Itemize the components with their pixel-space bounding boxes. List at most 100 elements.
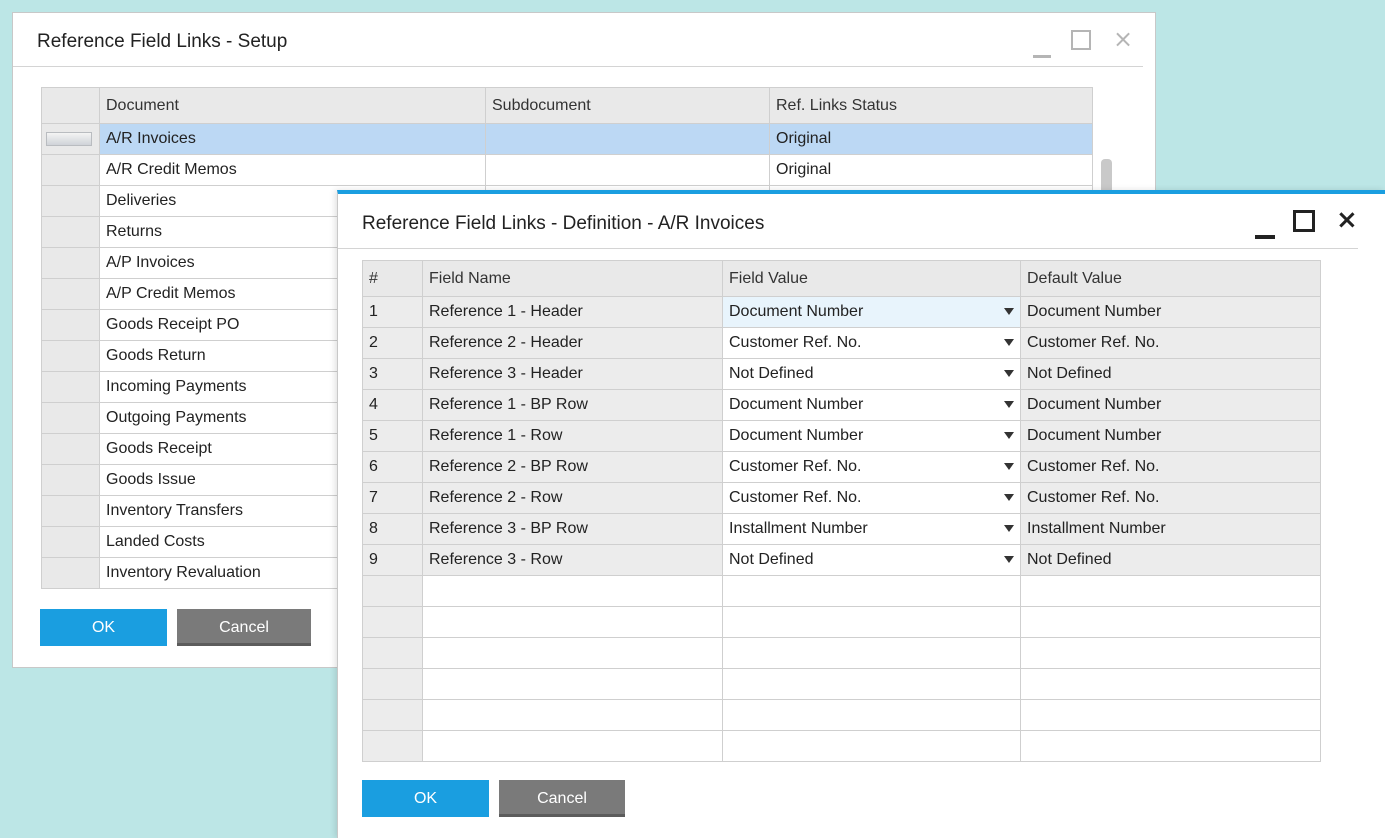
maximize-icon[interactable]: [1293, 210, 1315, 232]
field-value-dropdown[interactable]: Not Defined: [722, 358, 1021, 390]
dropdown-arrow-icon[interactable]: [1004, 401, 1014, 408]
row-selector[interactable]: [41, 433, 100, 465]
table-row[interactable]: 8 Reference 3 - BP Row Installment Number I…: [362, 513, 1321, 545]
definition-ok-button[interactable]: OK: [362, 780, 489, 817]
field-value-text: Document Number: [729, 427, 864, 444]
close-icon[interactable]: ×: [1113, 27, 1133, 51]
row-selected-marker: [46, 132, 92, 146]
row-selector[interactable]: [41, 340, 100, 372]
document-cell[interactable]: A/R Credit Memos: [99, 154, 486, 186]
row-number: 6: [362, 451, 423, 483]
column-header-subdocument[interactable]: Subdocument: [485, 87, 770, 124]
table-row[interactable]: 6 Reference 2 - BP Row Customer Ref. No. Cu…: [362, 451, 1321, 483]
row-number: 9: [362, 544, 423, 576]
setup-cancel-button[interactable]: Cancel: [177, 609, 311, 646]
table-row[interactable]: A/R Invoices Original: [41, 123, 1093, 155]
row-selector[interactable]: [41, 557, 100, 589]
field-value-cell[interactable]: [722, 730, 1021, 762]
field-value-dropdown[interactable]: Document Number: [722, 389, 1021, 421]
field-value-dropdown[interactable]: Not Defined: [722, 544, 1021, 576]
row-selector[interactable]: [41, 185, 100, 217]
dropdown-arrow-icon[interactable]: [1004, 494, 1014, 501]
row-selector[interactable]: [41, 402, 100, 434]
setup-ok-button[interactable]: OK: [40, 609, 167, 646]
column-header-status[interactable]: Ref. Links Status: [769, 87, 1093, 124]
row-number: 8: [362, 513, 423, 545]
table-row[interactable]: 3 Reference 3 - Header Not Defined Not Defi…: [362, 358, 1321, 390]
row-selector[interactable]: [41, 526, 100, 558]
field-value-text: Customer Ref. No.: [729, 334, 862, 351]
empty-table-row[interactable]: [362, 668, 1321, 700]
field-name-cell: Reference 2 - BP Row: [422, 451, 723, 483]
row-number: 3: [362, 358, 423, 390]
table-row[interactable]: 1 Reference 1 - Header Document Number Docu…: [362, 296, 1321, 328]
default-value-cell: Customer Ref. No.: [1020, 482, 1321, 514]
subdocument-cell[interactable]: [485, 154, 770, 186]
column-header-field-name[interactable]: Field Name: [422, 260, 723, 297]
field-value-text: Installment Number: [729, 520, 868, 537]
field-value-cell[interactable]: [722, 575, 1021, 607]
field-value-dropdown[interactable]: Document Number: [722, 420, 1021, 452]
field-name-cell: [422, 699, 723, 731]
row-selector[interactable]: [41, 154, 100, 186]
status-cell[interactable]: Original: [769, 123, 1093, 155]
row-selector[interactable]: [41, 216, 100, 248]
minimize-icon[interactable]: [1255, 235, 1275, 239]
definition-cancel-button[interactable]: Cancel: [499, 780, 625, 817]
table-row[interactable]: 9 Reference 3 - Row Not Defined Not Defined: [362, 544, 1321, 576]
field-value-dropdown[interactable]: Customer Ref. No.: [722, 482, 1021, 514]
subdocument-cell[interactable]: [485, 123, 770, 155]
status-cell[interactable]: Original: [769, 154, 1093, 186]
table-row[interactable]: 2 Reference 2 - Header Customer Ref. No. Cu…: [362, 327, 1321, 359]
empty-table-row[interactable]: [362, 637, 1321, 669]
row-selector[interactable]: [41, 278, 100, 310]
field-value-cell[interactable]: [722, 606, 1021, 638]
table-row[interactable]: A/R Credit Memos Original: [41, 154, 1093, 186]
row-selector[interactable]: [41, 309, 100, 341]
dropdown-arrow-icon[interactable]: [1004, 370, 1014, 377]
empty-table-row[interactable]: [362, 699, 1321, 731]
dropdown-arrow-icon[interactable]: [1004, 308, 1014, 315]
document-cell[interactable]: A/R Invoices: [99, 123, 486, 155]
empty-table-row[interactable]: [362, 575, 1321, 607]
default-value-cell: [1020, 575, 1321, 607]
column-header-field-value[interactable]: Field Value: [722, 260, 1021, 297]
default-value-cell: [1020, 730, 1321, 762]
row-selector[interactable]: [41, 371, 100, 403]
empty-table-row[interactable]: [362, 606, 1321, 638]
field-value-dropdown[interactable]: Installment Number: [722, 513, 1021, 545]
row-selector[interactable]: [41, 495, 100, 527]
row-selector[interactable]: [41, 464, 100, 496]
field-value-cell[interactable]: [722, 699, 1021, 731]
field-name-cell: Reference 3 - BP Row: [422, 513, 723, 545]
default-value-cell: Not Defined: [1020, 358, 1321, 390]
field-value-text: Document Number: [729, 396, 864, 413]
empty-table-row[interactable]: [362, 730, 1321, 762]
row-selector[interactable]: [41, 123, 100, 155]
field-value-dropdown[interactable]: Customer Ref. No.: [722, 327, 1021, 359]
field-value-dropdown[interactable]: Customer Ref. No.: [722, 451, 1021, 483]
table-row[interactable]: 7 Reference 2 - Row Customer Ref. No. Custo…: [362, 482, 1321, 514]
field-value-cell[interactable]: [722, 637, 1021, 669]
dropdown-arrow-icon[interactable]: [1004, 339, 1014, 346]
dropdown-arrow-icon[interactable]: [1004, 556, 1014, 563]
column-header-number[interactable]: #: [362, 260, 423, 297]
row-selector[interactable]: [41, 247, 100, 279]
dropdown-arrow-icon[interactable]: [1004, 525, 1014, 532]
dropdown-arrow-icon[interactable]: [1004, 463, 1014, 470]
close-icon[interactable]: ×: [1336, 207, 1358, 233]
field-value-cell[interactable]: [722, 668, 1021, 700]
column-header-document[interactable]: Document: [99, 87, 486, 124]
maximize-icon[interactable]: [1071, 30, 1091, 50]
minimize-icon[interactable]: [1033, 55, 1051, 58]
row-number: [362, 575, 423, 607]
default-value-cell: Document Number: [1020, 420, 1321, 452]
dropdown-arrow-icon[interactable]: [1004, 432, 1014, 439]
row-number: [362, 730, 423, 762]
default-value-cell: [1020, 606, 1321, 638]
table-row[interactable]: 5 Reference 1 - Row Document Number Documen…: [362, 420, 1321, 452]
row-number: [362, 699, 423, 731]
field-value-dropdown[interactable]: Document Number: [722, 296, 1021, 328]
column-header-default-value[interactable]: Default Value: [1020, 260, 1321, 297]
table-row[interactable]: 4 Reference 1 - BP Row Document Number Docu…: [362, 389, 1321, 421]
